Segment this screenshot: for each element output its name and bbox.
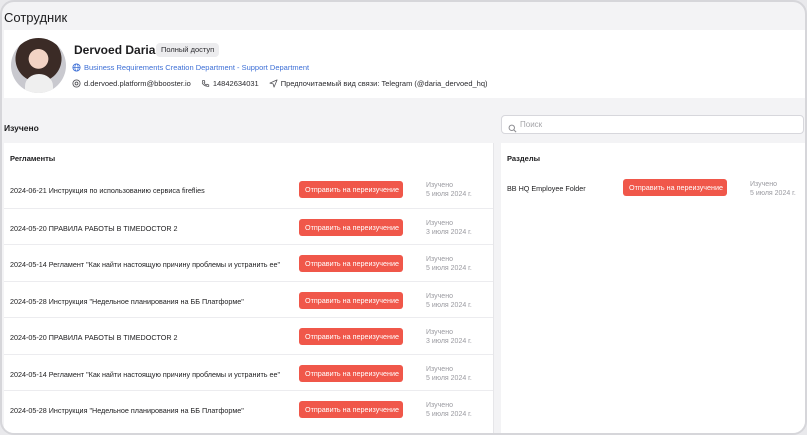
email-item: d.dervoed.platform@bbooster.io [72,79,191,88]
search-box[interactable] [501,115,804,134]
status-date: 5 июля 2024 г. [750,190,796,197]
regulations-panel: Регламенты 2024-06-21 Инструкция по испо… [4,143,494,433]
status-block: Изучено 5 июля 2024 г. [426,292,472,310]
profile-card: Dervoed Daria Полный доступ Business Req… [4,30,805,98]
list-item: 2024-05-14 Регламент "Как найти настоящу… [4,353,493,391]
list-item: 2024-06-21 Инструкция по использованию с… [4,171,493,208]
status-block: Изучено 5 июля 2024 г. [750,180,796,198]
department-row[interactable]: Business Requirements Creation Departmen… [72,61,309,73]
status-label: Изучено [426,219,453,227]
status-label: Изучено [426,292,453,300]
avatar [11,38,66,93]
status-date: 3 июля 2024 г. [426,338,472,345]
phone-item: 14842634031 [201,79,259,88]
contact-row: d.dervoed.platform@bbooster.io 148426340… [72,77,488,89]
at-icon [72,78,81,88]
globe-icon [72,62,81,72]
regulations-header: Регламенты [10,154,56,163]
email-text: d.dervoed.platform@bbooster.io [84,78,191,88]
status-block: Изучено 3 июля 2024 г. [426,328,472,346]
regulation-title: 2024-05-28 Инструкция "Недельное планиро… [10,296,244,306]
status-date: 5 июля 2024 г. [426,301,472,309]
resend-study-button[interactable]: Отправить на переизучение [299,181,403,198]
resend-study-button[interactable]: Отправить на переизучение [299,255,403,272]
resend-study-button[interactable]: Отправить на переизучение [299,291,403,309]
list-item: 2024-05-20 ПРАВИЛА РАБОТЫ В TIMEDOCTOR 2… [4,317,493,354]
status-block: Изучено 5 июля 2024 г. [426,365,472,383]
studied-label: Изучено [4,123,39,133]
search-input[interactable] [520,120,780,129]
regulation-title: 2024-05-20 ПРАВИЛА РАБОТЫ В TIMEDOCTOR 2 [10,223,178,233]
sections-list: BB HQ Employee Folder Отправить на переи… [501,171,805,208]
resend-study-button[interactable]: Отправить на переизучение [299,328,403,345]
list-item: 2024-05-20 ПРАВИЛА РАБОТЫ В TIMEDOCTOR 2… [4,207,493,245]
phone-text: 14842634031 [212,78,259,88]
status-label: Изучено [750,181,777,188]
preferred-contact-text: Предпочитаемый вид связи: Telegram (@dar… [280,78,488,88]
status-block: Изучено 5 июля 2024 г. [426,401,472,419]
regulation-title: 2024-05-20 ПРАВИЛА РАБОТЫ В TIMEDOCTOR 2 [10,333,178,342]
list-item: 2024-05-28 Инструкция "Недельное планиро… [4,390,493,427]
resend-study-button[interactable]: Отправить на переизучение [299,364,403,382]
send-icon [269,78,278,88]
list-item: 2024-05-28 Инструкция "Недельное планиро… [4,280,493,318]
status-label: Изучено [426,182,453,189]
status-block: Изучено 5 июля 2024 г. [426,255,472,273]
search-icon [508,120,517,133]
regulation-title: 2024-05-14 Регламент "Как найти настоящу… [10,260,281,269]
status-label: Изучено [426,402,453,409]
regulation-title: 2024-05-14 Регламент "Как найти настоящу… [10,369,281,379]
resend-study-button[interactable]: Отправить на переизучение [299,218,403,236]
phone-icon [201,79,210,88]
regulation-title: 2024-06-21 Инструкция по использованию с… [10,186,205,195]
resend-study-button[interactable]: Отправить на переизучение [299,401,403,418]
sections-panel: Разделы BB HQ Employee Folder Отправить … [501,143,805,433]
status-date: 3 июля 2024 г. [426,228,472,236]
status-label: Изучено [426,329,453,336]
list-item: BB HQ Employee Folder Отправить на переи… [501,171,805,208]
list-item: 2024-05-14 Регламент "Как найти настоящу… [4,244,493,281]
status-block: Изучено 3 июля 2024 г. [426,219,472,237]
regulation-title: 2024-05-28 Инструкция "Недельное планиро… [10,406,244,415]
regulations-list: 2024-06-21 Инструкция по использованию с… [4,171,493,427]
status-label: Изучено [426,365,453,373]
department-link[interactable]: Business Requirements Creation Departmen… [84,63,309,72]
employee-name: Dervoed Daria [74,43,156,57]
page-title: Сотрудник [4,10,68,25]
section-title: BB HQ Employee Folder [507,184,586,193]
status-block: Изучено 5 июля 2024 г. [426,181,472,199]
employee-window: Сотрудник Dervoed Daria Полный доступ Bu… [0,0,807,435]
status-date: 5 июля 2024 г. [426,191,472,198]
resend-study-button[interactable]: Отправить на переизучение [623,179,727,196]
status-date: 5 июля 2024 г. [426,411,472,418]
sections-header: Разделы [507,154,540,163]
preferred-contact-item: Предпочитаемый вид связи: Telegram (@dar… [269,79,488,88]
access-badge: Полный доступ [156,43,220,57]
status-date: 5 июля 2024 г. [426,265,472,272]
status-date: 5 июля 2024 г. [426,374,472,382]
status-label: Изучено [426,256,453,263]
